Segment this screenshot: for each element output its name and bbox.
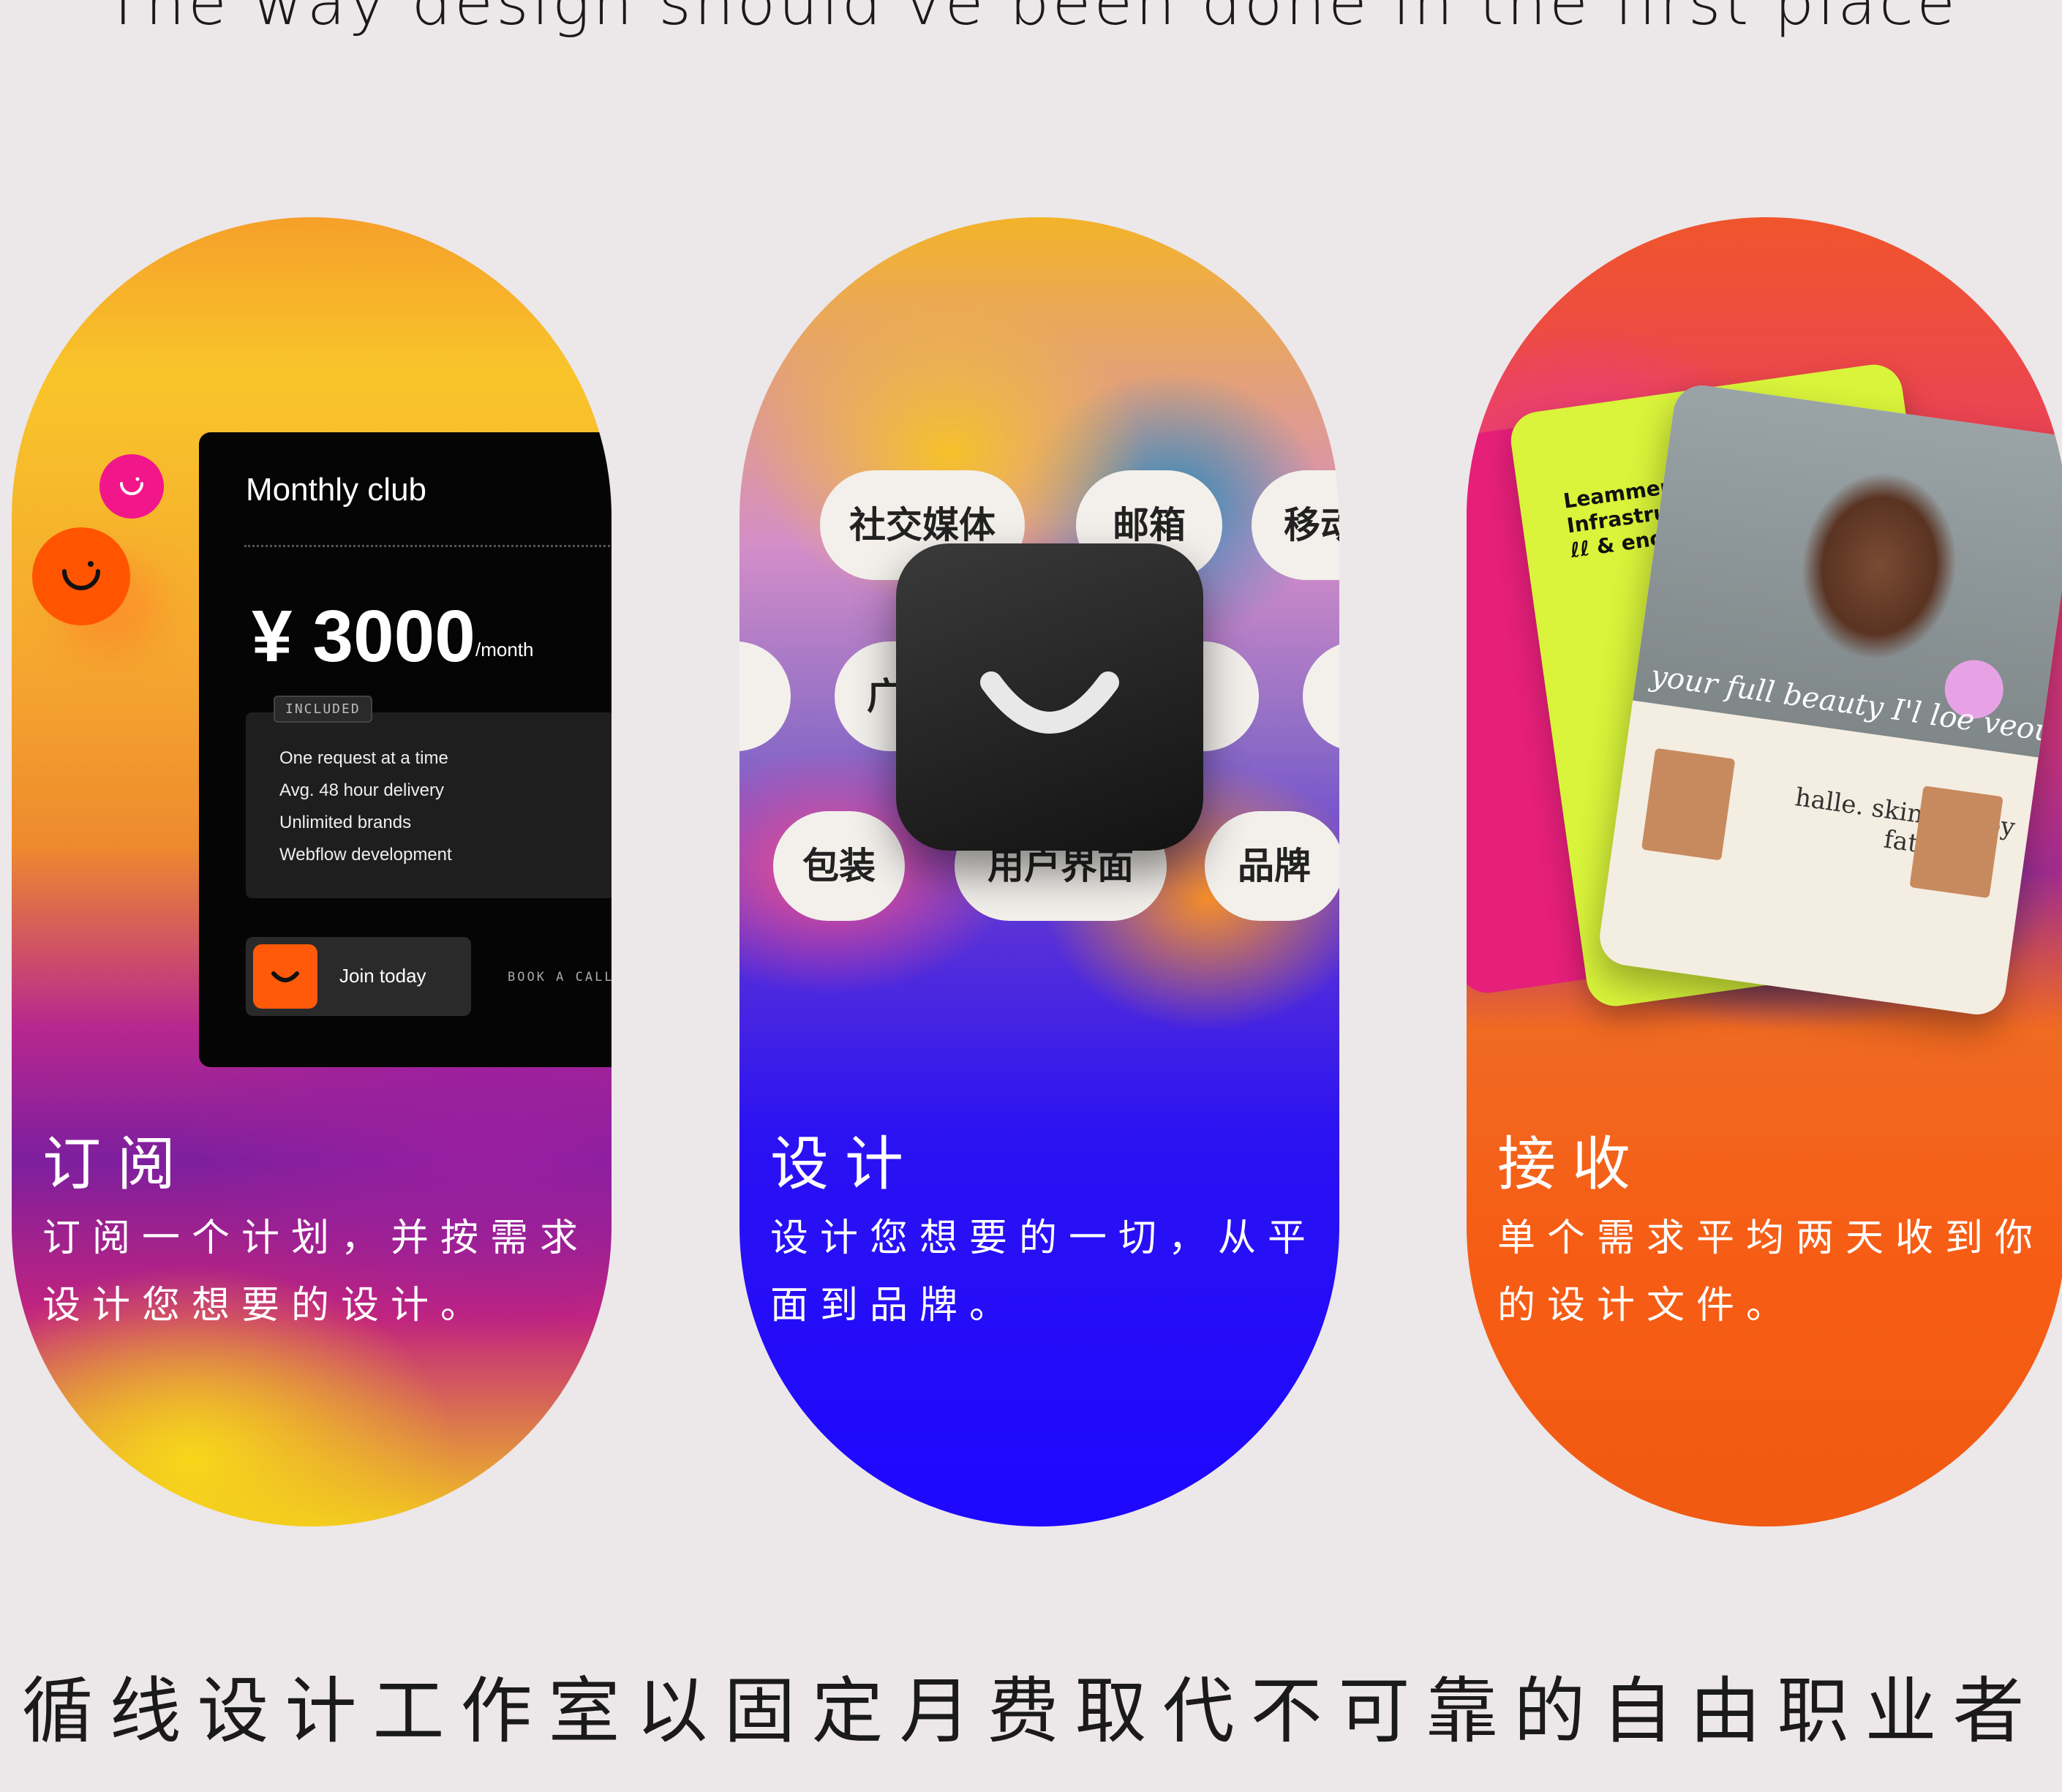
card-description: 订阅一个计划，并按需求设计您想要的设计。 xyxy=(42,1216,590,1328)
card-description: 设计您想要的一切，从平面到品牌。 xyxy=(770,1216,1318,1328)
page-headline: The way design should've been done in th… xyxy=(103,0,1959,39)
smiley-icon xyxy=(62,561,100,590)
card-title: 接收 xyxy=(1497,1130,1647,1198)
chip-mobile: 移动 xyxy=(1252,470,1339,580)
join-today-button[interactable]: Join today xyxy=(246,937,471,1016)
card-description: 单个需求平均两天收到你的设计文件。 xyxy=(1497,1216,2045,1328)
smiley-badge-orange xyxy=(32,527,130,625)
feature-item: Avg. 48 hour delivery xyxy=(279,780,445,800)
smiley-icon xyxy=(120,477,143,495)
join-today-label: Join today xyxy=(339,965,426,987)
card-title: 设计 xyxy=(770,1130,919,1198)
divider xyxy=(244,545,612,547)
plan-price: ¥ 3000 xyxy=(252,595,475,677)
chip-packaging: 包装 xyxy=(773,811,905,921)
chip-brand: 品牌 xyxy=(1205,811,1339,921)
subscribe-card: Monthly club ¥ 3000 /month INCLUDED One … xyxy=(12,217,612,1526)
feature-item: Unlimited brands xyxy=(279,813,412,832)
feature-item: One request at a time xyxy=(279,748,448,768)
smiley-badge-pink xyxy=(99,454,164,519)
plan-name: Monthly club xyxy=(246,472,427,508)
receive-card: Leammerce Infrastructure for ℓℓ & enoes … xyxy=(1467,217,2062,1526)
mockup-screen-beauty: your full beauty I'l loe veouty halle. s… xyxy=(1596,381,2062,1019)
footer-tagline: 循线设计工作室以固定月费取代不可靠的自由职业者 xyxy=(21,1670,2041,1753)
chip-partial xyxy=(740,641,791,751)
smile-icon xyxy=(253,944,317,1009)
chip-partial xyxy=(1303,641,1339,751)
feature-item: Webflow development xyxy=(279,845,452,865)
thumbnail-image xyxy=(1641,748,1736,861)
included-features-box xyxy=(246,712,612,898)
plan-price-unit: /month xyxy=(475,639,534,660)
app-logo-icon xyxy=(896,543,1203,851)
pricing-card: Monthly club ¥ 3000 /month INCLUDED One … xyxy=(199,432,612,1067)
design-card: 社交媒体 邮箱 移动 广 包装 用户界面 品牌 设计 设计您想要的一切，从平面到… xyxy=(740,217,1339,1526)
included-tag: INCLUDED xyxy=(274,696,372,723)
card-title: 订阅 xyxy=(42,1130,192,1198)
thumbnail-image xyxy=(1909,786,2003,899)
book-call-link[interactable]: BOOK A CALL xyxy=(508,970,612,985)
